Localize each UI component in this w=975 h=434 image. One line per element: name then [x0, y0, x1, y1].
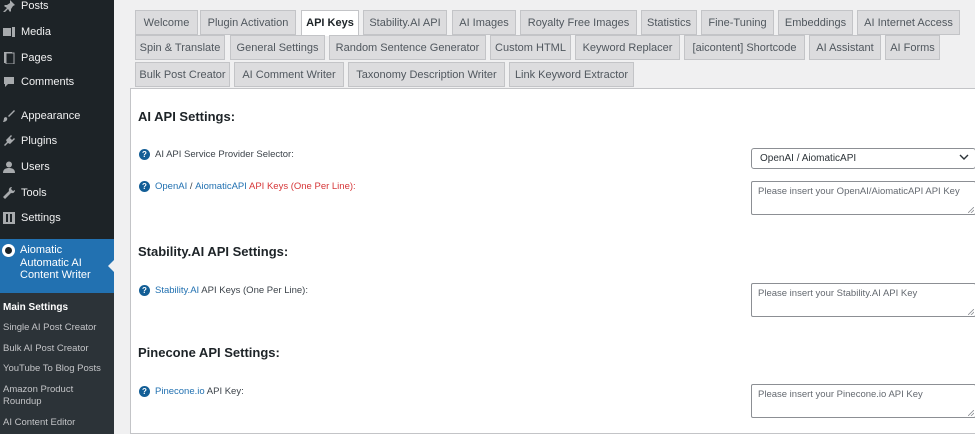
sidebar-item-plugins[interactable]: Plugins [0, 128, 114, 154]
stability-link[interactable]: Stability.AI [155, 285, 199, 296]
sidebar-item-label: Plugins [21, 135, 58, 147]
tab-keyword-replacer[interactable]: Keyword Replacer [575, 35, 680, 60]
openai-link[interactable]: OpenAI [155, 181, 187, 192]
submenu-item-ai-content-editor[interactable]: AI Content Editor [3, 417, 113, 429]
aiomatic-logo-icon [2, 244, 15, 257]
sidebar-item-aiomatic[interactable]: Aiomatic Automatic AI Content Writer [0, 239, 115, 293]
section-title-pinecone: Pinecone API Settings: [138, 345, 280, 360]
resize-grip-icon[interactable] [968, 309, 974, 315]
tab-custom-html[interactable]: Custom HTML [490, 35, 571, 60]
plugins-icon [3, 135, 15, 147]
tab-plugin-activation[interactable]: Plugin Activation [200, 10, 296, 35]
resize-grip-icon[interactable] [968, 410, 974, 416]
sidebar-item-label: Pages [21, 52, 53, 64]
media-icon [3, 26, 15, 38]
sidebar-item-media[interactable]: Media [0, 19, 114, 45]
pinecone-key-label: ? Pinecone.io API Key: [139, 386, 244, 397]
tab-aicontent-shortcode[interactable]: [aicontent] Shortcode [684, 35, 805, 60]
tab-general-settings[interactable]: General Settings [230, 35, 325, 60]
tab-stability-ai-api[interactable]: Stability.AI API [363, 10, 447, 35]
aiomaticapi-link[interactable]: AiomaticAPI [195, 181, 247, 192]
sidebar-item-appearance[interactable]: Appearance [0, 103, 114, 129]
tab-ai-internet-access[interactable]: AI Internet Access [857, 10, 960, 35]
users-icon [3, 161, 15, 173]
sidebar-item-label: Settings [21, 212, 61, 224]
tab-taxonomy-description-writer[interactable]: Taxonomy Description Writer [348, 62, 505, 87]
tab-ai-comment-writer[interactable]: AI Comment Writer [234, 62, 344, 87]
tools-icon [3, 187, 15, 199]
sidebar-item-label: Aiomatic Automatic AI Content Writer [20, 244, 91, 281]
section-title-stability: Stability.AI API Settings: [138, 244, 289, 259]
current-menu-arrow [108, 259, 115, 273]
sidebar-item-pages[interactable]: Pages [0, 45, 114, 71]
section-title-ai-api: AI API Settings: [138, 109, 236, 124]
tab-royalty-free-images[interactable]: Royalty Free Images [520, 10, 637, 35]
sidebar-item-label: Appearance [21, 110, 81, 122]
stability-api-keys-textarea[interactable]: Please insert your Stability.AI API Key [751, 283, 975, 317]
submenu-item-bulk-ai-post-creator[interactable]: Bulk AI Post Creator [3, 343, 113, 355]
sidebar-item-posts[interactable]: Posts [0, 0, 114, 19]
tab-ai-forms[interactable]: AI Forms [885, 35, 940, 60]
appearance-icon [3, 110, 15, 122]
submenu-item-youtube-to-blog[interactable]: YouTube To Blog Posts [3, 363, 113, 375]
settings-panel: AI API Settings: ? AI API Service Provid… [130, 88, 975, 434]
settings-icon [3, 212, 15, 224]
sidebar-item-tools[interactable]: Tools [0, 180, 114, 206]
sidebar-item-label: Comments [21, 76, 75, 88]
provider-selector-label: ? AI API Service Provider Selector: [139, 149, 294, 160]
pinecone-link[interactable]: Pinecone.io [155, 386, 205, 397]
resize-grip-icon[interactable] [968, 207, 974, 213]
tab-spin-translate[interactable]: Spin & Translate [135, 35, 225, 60]
provider-select[interactable]: OpenAI / AiomaticAPI [751, 148, 975, 169]
openai-keys-label: ? OpenAI / AiomaticAPI API Keys (One Per… [139, 181, 356, 192]
openai-api-keys-textarea[interactable]: Please insert your OpenAI/AiomaticAPI AP… [751, 181, 975, 215]
sidebar-item-label: Media [21, 26, 51, 38]
tab-welcome[interactable]: Welcome [135, 10, 198, 35]
tab-ai-images[interactable]: AI Images [452, 10, 516, 35]
tab-embeddings[interactable]: Embeddings [778, 10, 853, 35]
sidebar-item-settings[interactable]: Settings [0, 205, 114, 231]
tab-bulk-post-creator[interactable]: Bulk Post Creator [135, 62, 230, 87]
sidebar-item-users[interactable]: Users [0, 154, 114, 180]
plugin-submenu: Main Settings Single AI Post Creator Bul… [0, 293, 114, 434]
help-icon[interactable]: ? [139, 149, 150, 160]
tab-random-sentence-generator[interactable]: Random Sentence Generator [329, 35, 486, 60]
sidebar-item-label: Users [21, 161, 50, 173]
help-icon[interactable]: ? [139, 181, 150, 192]
tab-statistics[interactable]: Statistics [641, 10, 697, 35]
submenu-item-single-ai-post-creator[interactable]: Single AI Post Creator [3, 322, 113, 334]
pin-icon [3, 0, 15, 12]
chevron-down-icon [959, 154, 969, 160]
settings-tabs: Welcome Plugin Activation API Keys Stabi… [130, 0, 975, 88]
tab-ai-assistant[interactable]: AI Assistant [809, 35, 881, 60]
tab-link-keyword-extractor[interactable]: Link Keyword Extractor [509, 62, 634, 87]
tab-api-keys[interactable]: API Keys [301, 10, 359, 36]
sidebar-item-label: Tools [21, 187, 47, 199]
help-icon[interactable]: ? [139, 386, 150, 397]
sidebar-item-label: Posts [21, 0, 49, 12]
tab-fine-tuning[interactable]: Fine-Tuning [701, 10, 774, 35]
help-icon[interactable]: ? [139, 285, 150, 296]
submenu-item-main-settings[interactable]: Main Settings [3, 302, 113, 314]
sidebar-item-comments[interactable]: Comments [0, 69, 114, 95]
submenu-item-amazon-product-roundup[interactable]: Amazon Product Roundup [3, 384, 113, 408]
pages-icon [3, 52, 15, 64]
admin-sidebar: Posts Media Pages Comments Appearance Pl… [0, 0, 115, 434]
comments-icon [3, 76, 15, 88]
pinecone-api-key-textarea[interactable]: Please insert your Pinecone.io API Key [751, 384, 975, 418]
stability-keys-label: ? Stability.AI API Keys (One Per Line): [139, 285, 308, 296]
